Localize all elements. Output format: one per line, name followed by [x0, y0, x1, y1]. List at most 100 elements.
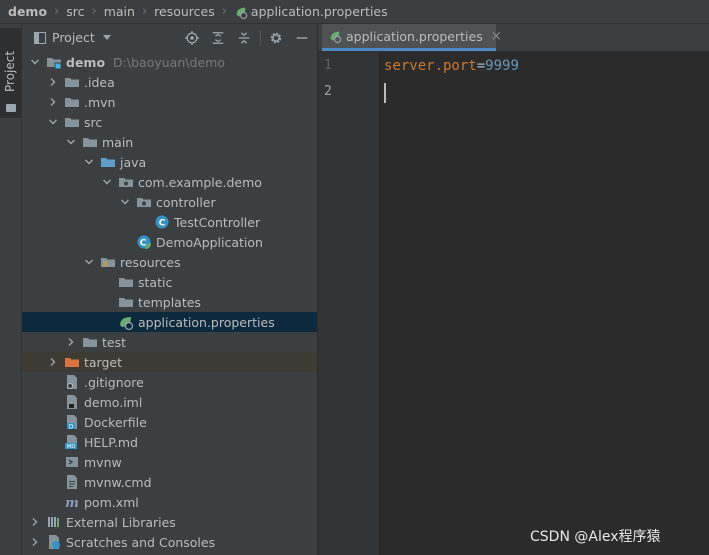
editor-tab-application-properties[interactable]: application.properties × [322, 24, 502, 51]
breadcrumb-item-src[interactable]: src [66, 4, 84, 19]
tree-item-test[interactable]: test [22, 332, 317, 352]
tree-item-com-example-demo[interactable]: com.example.demo [22, 172, 317, 192]
close-icon[interactable]: × [491, 29, 502, 44]
tree-item-main[interactable]: main [22, 132, 317, 152]
tree-item-dockerfile[interactable]: D Dockerfile [22, 412, 317, 432]
tree-item-demoapplication[interactable]: C DemoApplication [22, 232, 317, 252]
tree-item-gitignore[interactable]: .gitignore [22, 372, 317, 392]
excluded-folder-icon [64, 354, 80, 370]
tree-item-application-properties[interactable]: application.properties [22, 312, 317, 332]
chevron-down-icon[interactable] [82, 257, 96, 267]
gear-icon[interactable] [268, 30, 284, 46]
tree-item-target[interactable]: target [22, 352, 317, 372]
tree-item-testcontroller[interactable]: C TestController [22, 212, 317, 232]
chevron-down-icon[interactable] [118, 197, 132, 207]
tree-item-label: target [84, 354, 123, 370]
gitignore-file-icon [64, 374, 80, 390]
project-tool-tab[interactable]: Project [0, 28, 21, 118]
breadcrumb-item-demo[interactable]: demo [8, 4, 47, 19]
tree-item-idea[interactable]: .idea [22, 72, 317, 92]
project-view-icon [34, 31, 46, 44]
chevron-down-icon[interactable] [82, 157, 96, 167]
property-value: 9999 [485, 58, 519, 74]
tree-item-label: test [102, 334, 127, 350]
tree-item-label: controller [156, 194, 216, 210]
chevron-down-icon[interactable] [28, 57, 42, 67]
tree-item-label: .gitignore [84, 374, 144, 390]
tree-item-static[interactable]: static [22, 272, 317, 292]
folder-icon [6, 104, 16, 112]
tree-item-mvnw-cmd[interactable]: mvnw.cmd [22, 472, 317, 492]
chevron-right-icon[interactable] [46, 97, 60, 107]
code-line-1[interactable]: server.port=9999 [384, 58, 519, 74]
header-divider [260, 30, 261, 46]
tree-item-templates[interactable]: templates [22, 292, 317, 312]
tree-item-label: DemoApplication [156, 234, 263, 250]
tree-item-label: pom.xml [84, 494, 139, 510]
svg-text:MD: MD [67, 444, 76, 450]
editor-tab-bar: application.properties × [318, 24, 709, 52]
tree-item-demo-iml[interactable]: demo.iml [22, 392, 317, 412]
tree-item-label: templates [138, 294, 201, 310]
line-number-gutter: 1 2 [318, 52, 378, 555]
tree-item-label: HELP.md [84, 434, 138, 450]
tree-item-label: TestController [174, 214, 261, 230]
chevron-right-icon[interactable] [46, 77, 60, 87]
tree-item-label: .idea [84, 74, 115, 90]
tree-item-controller[interactable]: controller [22, 192, 317, 212]
collapse-all-icon[interactable] [236, 30, 252, 46]
chevron-right-icon[interactable] [64, 337, 78, 347]
markdown-file-icon: MD [64, 434, 80, 450]
tree-item-label: resources [120, 254, 181, 270]
tree-item-label: src [84, 114, 103, 130]
tree-item-scratches-and-consoles[interactable]: Scratches and Consoles [22, 532, 317, 552]
tree-item-label: mvnw [84, 454, 122, 470]
watermark: CSDN @Alex程序猿 [530, 529, 661, 545]
breadcrumb-item-file[interactable]: application.properties [251, 4, 388, 19]
class-icon: C [154, 214, 170, 230]
tree-item-label: java [120, 154, 147, 170]
package-icon [118, 174, 134, 190]
tree-item-pom-xml[interactable]: m pom.xml [22, 492, 317, 512]
tree-item-src[interactable]: src [22, 112, 317, 132]
breadcrumb-separator: › [221, 4, 227, 19]
project-path: D:\baoyuan\demo [113, 54, 225, 70]
tree-item-label: static [138, 274, 173, 290]
chevron-down-icon[interactable] [46, 117, 60, 127]
tree-item-resources[interactable]: resources [22, 252, 317, 272]
folder-icon [64, 94, 80, 110]
tree-item-mvn[interactable]: .mvn [22, 92, 317, 112]
expand-all-icon[interactable] [210, 30, 226, 46]
svg-text:m: m [65, 496, 79, 510]
chevron-right-icon[interactable] [28, 517, 42, 527]
chevron-right-icon[interactable] [46, 357, 60, 367]
project-view-selector[interactable]: Project [34, 30, 111, 45]
locate-file-icon[interactable] [184, 30, 200, 46]
chevron-down-icon[interactable] [100, 177, 114, 187]
hide-panel-icon[interactable] [294, 30, 310, 46]
tree-item-label: com.example.demo [138, 174, 262, 190]
tree-item-external-libraries[interactable]: External Libraries [22, 512, 317, 532]
source-folder-icon [100, 154, 116, 170]
folder-icon [82, 134, 98, 150]
tree-item-help-md[interactable]: MD HELP.md [22, 432, 317, 452]
breadcrumb-separator: › [54, 4, 60, 19]
folder-icon [64, 114, 80, 130]
tree-item-label: application.properties [138, 314, 275, 330]
project-panel: Project demo D:\baoyuan\demo .idea .mvn src m… [22, 24, 318, 555]
chevron-down-icon[interactable] [64, 137, 78, 147]
chevron-right-icon[interactable] [28, 537, 42, 547]
svg-text:C: C [159, 219, 166, 229]
libraries-icon [46, 514, 62, 530]
breadcrumb-item-main[interactable]: main [104, 4, 135, 19]
docker-file-icon: D [64, 414, 80, 430]
tree-item-label: mvnw.cmd [84, 474, 152, 490]
tree-item-demo[interactable]: demo D:\baoyuan\demo [22, 52, 317, 72]
tree-item-mvnw[interactable]: mvnw [22, 452, 317, 472]
tool-window-strip: Project [0, 24, 22, 555]
maven-file-icon: m [64, 494, 80, 510]
tree-item-java[interactable]: java [22, 152, 317, 172]
spring-properties-icon [234, 5, 248, 19]
folder-icon [82, 334, 98, 350]
breadcrumb-item-resources[interactable]: resources [154, 4, 215, 19]
